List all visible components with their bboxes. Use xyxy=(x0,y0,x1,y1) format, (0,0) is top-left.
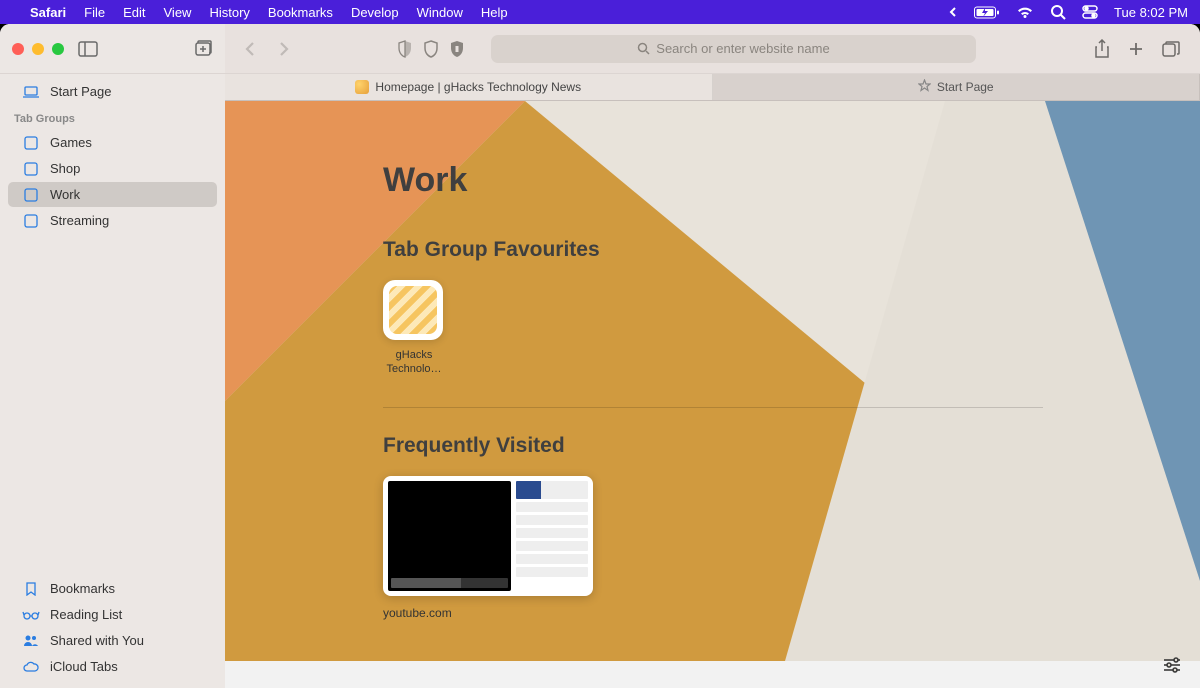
forward-button[interactable] xyxy=(273,37,295,61)
battery-icon[interactable] xyxy=(974,6,1000,19)
window-body: Start Page Tab Groups Games Shop Work xyxy=(0,74,1200,688)
menu-help[interactable]: Help xyxy=(481,5,508,20)
menu-history[interactable]: History xyxy=(209,5,249,20)
menu-view[interactable]: View xyxy=(164,5,192,20)
glasses-icon xyxy=(22,610,40,620)
favourites-heading: Tab Group Favourites xyxy=(383,238,1200,262)
window-close-button[interactable] xyxy=(12,43,24,55)
laptop-icon xyxy=(22,86,40,98)
bookmark-icon xyxy=(22,582,40,596)
menu-window[interactable]: Window xyxy=(417,5,463,20)
new-tab-group-icon[interactable] xyxy=(193,40,213,58)
square-icon xyxy=(22,136,40,150)
toolbar-main: Search or enter website name xyxy=(225,35,1200,63)
sidebar-shared-label: Shared with You xyxy=(50,633,144,648)
tab-overview-icon[interactable] xyxy=(1162,39,1180,59)
tab-bar: Homepage | gHacks Technology News Start … xyxy=(225,74,1200,101)
tab-groups-header: Tab Groups xyxy=(0,105,225,129)
safari-window: Search or enter website name Start Page … xyxy=(0,24,1200,688)
ghacks-favicon-icon xyxy=(355,80,369,94)
spotlight-icon[interactable] xyxy=(1050,4,1066,20)
favourite-icon xyxy=(383,280,443,340)
app-name[interactable]: Safari xyxy=(30,5,66,20)
menubar-right: Tue 8:02 PM xyxy=(948,4,1188,20)
new-tab-icon[interactable] xyxy=(1128,39,1144,59)
frequently-thumbnail xyxy=(383,476,593,596)
sidebar-group-shop[interactable]: Shop xyxy=(8,156,217,181)
sidebar-icloud[interactable]: iCloud Tabs xyxy=(8,654,217,679)
youtube-side-preview xyxy=(516,481,588,591)
content-area: Homepage | gHacks Technology News Start … xyxy=(225,74,1200,688)
url-bar[interactable]: Search or enter website name xyxy=(491,35,976,63)
sidebar-group-label: Streaming xyxy=(50,213,109,228)
chevron-left-icon[interactable] xyxy=(948,6,958,18)
page-title: Work xyxy=(383,161,1200,200)
sidebar-group-work[interactable]: Work xyxy=(8,182,217,207)
cloud-icon xyxy=(22,661,40,672)
ghacks-swirl-icon xyxy=(389,286,437,334)
control-center-icon[interactable] xyxy=(1082,5,1098,19)
square-icon xyxy=(22,188,40,202)
traffic-lights xyxy=(12,43,64,55)
menubar-clock[interactable]: Tue 8:02 PM xyxy=(1114,5,1188,20)
sidebar-toggle-icon[interactable] xyxy=(78,41,98,57)
window-toolbar: Search or enter website name xyxy=(0,24,1200,74)
frequently-heading: Frequently Visited xyxy=(383,434,1200,458)
sidebar-reading-list[interactable]: Reading List xyxy=(8,602,217,627)
menu-file[interactable]: File xyxy=(84,5,105,20)
sidebar-group-streaming[interactable]: Streaming xyxy=(8,208,217,233)
sidebar-bottom: Bookmarks Reading List Shared with You i… xyxy=(0,575,225,688)
section-divider xyxy=(383,407,1043,408)
tab-label: Start Page xyxy=(937,80,994,94)
toolbar-right xyxy=(1094,39,1186,59)
shield-outline-icon[interactable] xyxy=(423,40,439,58)
favourite-label: gHacks Technolo… xyxy=(378,348,450,377)
sidebar-start-page-label: Start Page xyxy=(50,84,111,99)
privacy-icons xyxy=(397,40,465,58)
star-icon xyxy=(918,79,931,95)
square-icon xyxy=(22,162,40,176)
sidebar-icloud-label: iCloud Tabs xyxy=(50,659,118,674)
sidebar-group-games[interactable]: Games xyxy=(8,130,217,155)
youtube-player-preview xyxy=(388,481,511,591)
sidebar-start-page[interactable]: Start Page xyxy=(8,79,217,104)
sidebar-shared[interactable]: Shared with You xyxy=(8,628,217,653)
customize-start-page-icon[interactable] xyxy=(1162,656,1182,674)
toolbar-left xyxy=(0,24,225,73)
sidebar-bookmarks[interactable]: Bookmarks xyxy=(8,576,217,601)
macos-menubar: Safari File Edit View History Bookmarks … xyxy=(0,0,1200,24)
people-icon xyxy=(22,635,40,647)
shield-filled-icon[interactable] xyxy=(449,40,465,58)
tab-start-page[interactable]: Start Page xyxy=(713,74,1200,100)
sidebar-group-label: Games xyxy=(50,135,92,150)
sidebar-group-label: Work xyxy=(50,187,80,202)
back-button[interactable] xyxy=(239,37,261,61)
frequently-label: youtube.com xyxy=(383,606,593,620)
url-placeholder: Search or enter website name xyxy=(656,41,829,56)
sidebar-reading-list-label: Reading List xyxy=(50,607,122,622)
start-page-content: Work Tab Group Favourites gHacks Technol… xyxy=(225,101,1200,620)
tab-label: Homepage | gHacks Technology News xyxy=(375,80,581,94)
shield-half-icon[interactable] xyxy=(397,40,413,58)
search-icon xyxy=(637,42,650,55)
tab-ghacks[interactable]: Homepage | gHacks Technology News xyxy=(225,74,713,100)
frequently-tile[interactable]: youtube.com xyxy=(383,476,593,620)
window-maximize-button[interactable] xyxy=(52,43,64,55)
start-page: Work Tab Group Favourites gHacks Technol… xyxy=(225,101,1200,688)
menubar-left: Safari File Edit View History Bookmarks … xyxy=(12,5,508,20)
wifi-icon[interactable] xyxy=(1016,6,1034,19)
square-icon xyxy=(22,214,40,228)
sidebar-bookmarks-label: Bookmarks xyxy=(50,581,115,596)
menu-edit[interactable]: Edit xyxy=(123,5,145,20)
menu-develop[interactable]: Develop xyxy=(351,5,399,20)
sidebar-group-label: Shop xyxy=(50,161,80,176)
menu-bookmarks[interactable]: Bookmarks xyxy=(268,5,333,20)
sidebar: Start Page Tab Groups Games Shop Work xyxy=(0,74,225,688)
share-icon[interactable] xyxy=(1094,39,1110,59)
favourite-tile[interactable]: gHacks Technolo… xyxy=(383,280,445,377)
window-minimize-button[interactable] xyxy=(32,43,44,55)
